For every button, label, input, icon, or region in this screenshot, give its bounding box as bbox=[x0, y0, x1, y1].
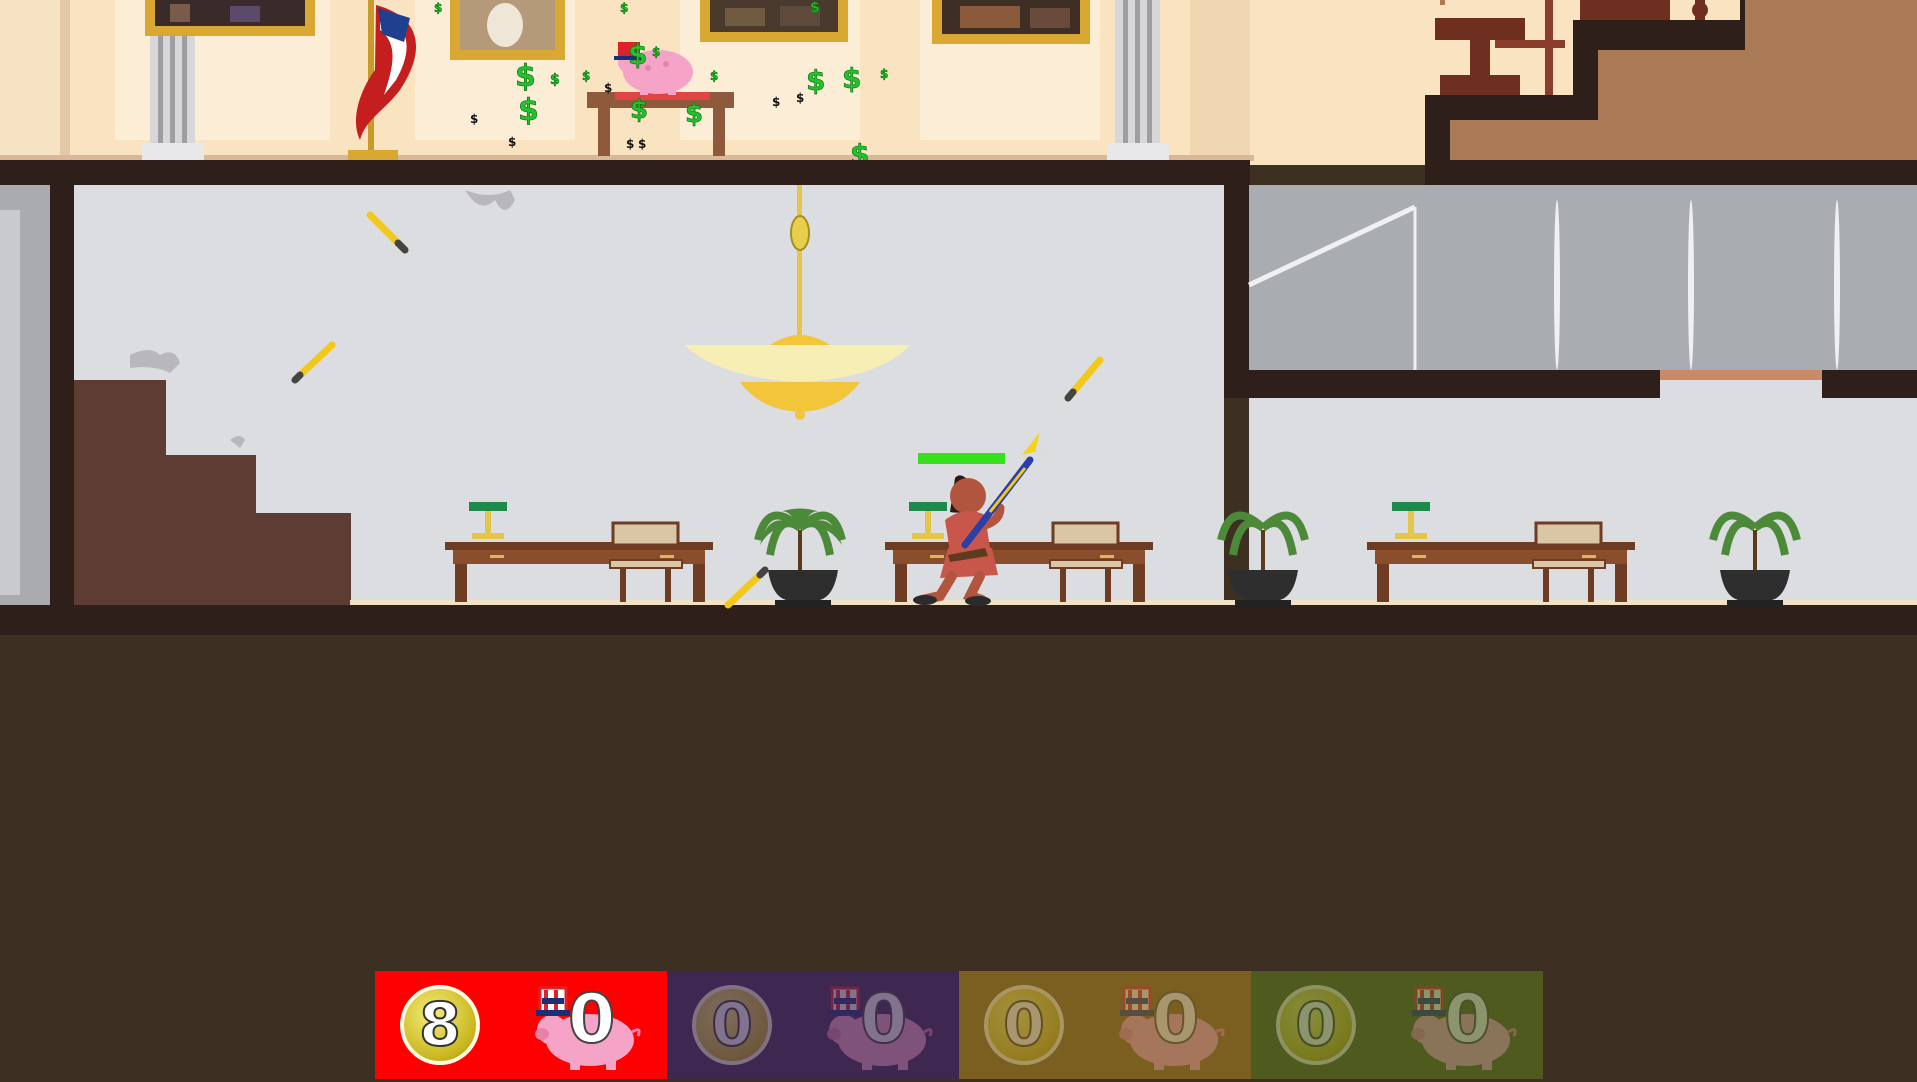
svg-text:$: $ bbox=[508, 135, 516, 149]
dollar-sign-icon: $ bbox=[515, 59, 536, 94]
piggy-bank-icon: 0 bbox=[822, 980, 934, 1070]
player-scoreboard: 8 0 0 0 0 0 0 0 bbox=[375, 971, 1543, 1079]
column-icon bbox=[1107, 0, 1169, 161]
window-room bbox=[1249, 185, 1917, 370]
painting-icon bbox=[450, 0, 565, 60]
pig-count: 0 bbox=[1151, 980, 1200, 1059]
dollar-sign-icon: $ bbox=[628, 38, 647, 71]
dollar-sign-icon: $ bbox=[880, 67, 888, 81]
game-scene: $ $ $ $ $ $ $ $ $ $ $ $ $ $ $ $ $ $ $ $ … bbox=[0, 0, 1917, 1082]
dollar-sign-icon: $ bbox=[710, 69, 718, 83]
player-panel-p1: 8 0 bbox=[375, 971, 667, 1079]
dollar-sign-icon: $ bbox=[652, 45, 660, 59]
player-panel-p4: 0 0 bbox=[1251, 971, 1543, 1079]
dollar-sign-icon: $ bbox=[582, 69, 590, 83]
piggy-bank-icon: 0 bbox=[530, 980, 642, 1070]
dollar-sign-icon: $ bbox=[550, 72, 560, 88]
piggy-bank-icon: 0 bbox=[1114, 980, 1226, 1070]
coin-icon bbox=[790, 215, 810, 251]
coin-count: 0 bbox=[710, 990, 754, 1060]
coin-icon: 8 bbox=[400, 985, 480, 1065]
coin-count: 8 bbox=[418, 990, 462, 1060]
dollar-sign-icon: $ bbox=[434, 1, 442, 15]
dollar-sign-icon: $ bbox=[518, 93, 539, 128]
coin-icon: 0 bbox=[692, 985, 772, 1065]
svg-text:$: $ bbox=[772, 95, 780, 109]
dollar-sign-icon: $ bbox=[806, 64, 825, 97]
svg-text:$: $ bbox=[796, 91, 804, 105]
dollar-sign-icon: $ bbox=[685, 99, 703, 129]
pig-count: 0 bbox=[567, 980, 616, 1059]
painting-icon bbox=[700, 0, 848, 42]
svg-text:$: $ bbox=[604, 81, 612, 95]
svg-text:$: $ bbox=[638, 137, 646, 151]
svg-text:$: $ bbox=[470, 112, 478, 126]
dollar-sign-icon: $ bbox=[842, 62, 861, 95]
painting-icon bbox=[932, 0, 1090, 44]
painting-icon bbox=[145, 0, 315, 36]
piggy-bank-icon: 0 bbox=[1406, 980, 1518, 1070]
player-panel-p3: 0 0 bbox=[959, 971, 1251, 1079]
player-panel-p2: 0 0 bbox=[667, 971, 959, 1079]
coin-icon: 0 bbox=[984, 985, 1064, 1065]
coin-count: 0 bbox=[1002, 990, 1046, 1060]
svg-text:$: $ bbox=[626, 137, 634, 151]
dollar-sign-icon: $ bbox=[630, 95, 648, 125]
coin-count: 0 bbox=[1294, 990, 1338, 1060]
dollar-sign-icon: $ bbox=[620, 1, 628, 15]
pig-count: 0 bbox=[1443, 980, 1492, 1059]
dollar-sign-icon: $ bbox=[810, 0, 820, 16]
coin-icon: 0 bbox=[1276, 985, 1356, 1065]
player-health-bar bbox=[918, 453, 1005, 464]
pig-count: 0 bbox=[859, 980, 908, 1059]
